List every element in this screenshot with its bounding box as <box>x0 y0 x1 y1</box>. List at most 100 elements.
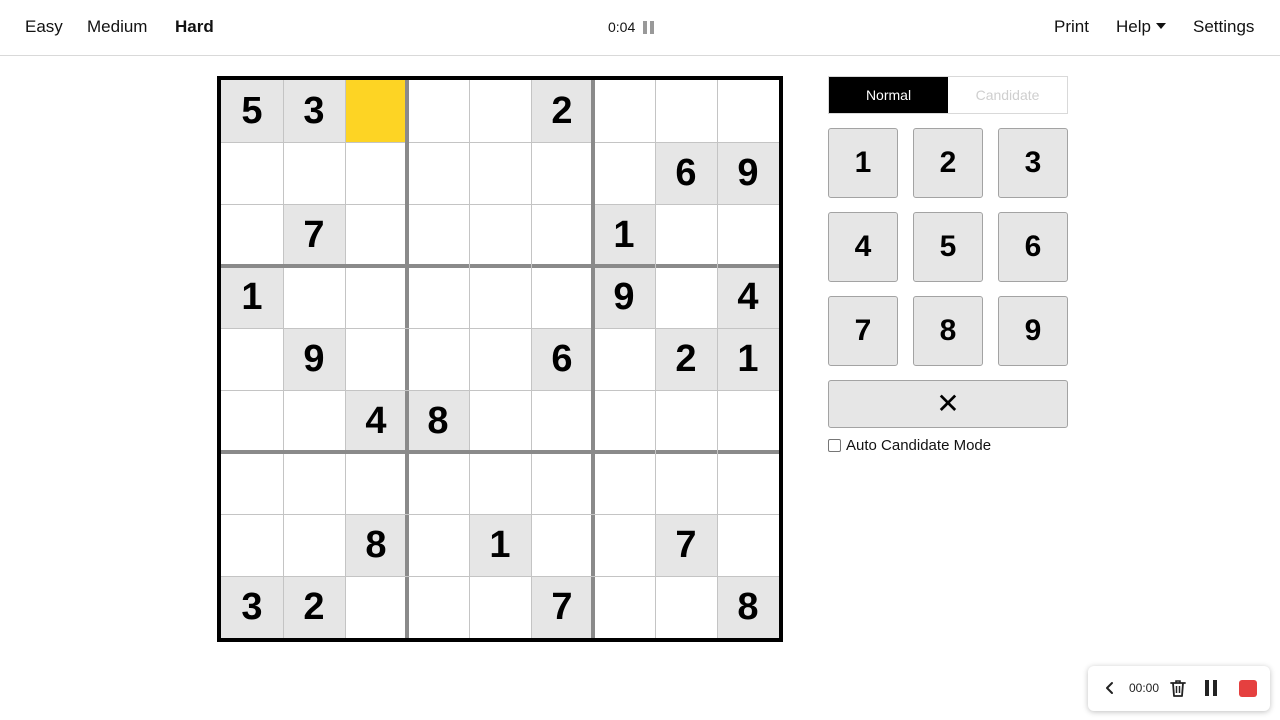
board-cell[interactable]: 9 <box>283 328 345 390</box>
board-cell[interactable]: 8 <box>345 514 407 576</box>
board-cell[interactable] <box>469 452 531 514</box>
number-key-6[interactable]: 6 <box>998 212 1068 282</box>
board-cell[interactable] <box>469 142 531 204</box>
board-cell[interactable] <box>407 142 469 204</box>
board-cell[interactable] <box>345 204 407 266</box>
difficulty-hard[interactable]: Hard <box>175 17 214 37</box>
board-cell[interactable] <box>221 142 283 204</box>
erase-button[interactable]: ✕ <box>828 380 1068 428</box>
board-cell[interactable] <box>531 390 593 452</box>
board-cell[interactable] <box>407 514 469 576</box>
board-cell[interactable] <box>655 204 717 266</box>
board-cell[interactable]: 9 <box>593 266 655 328</box>
board-cell[interactable] <box>531 204 593 266</box>
board-cell[interactable] <box>593 514 655 576</box>
board-cell[interactable] <box>221 390 283 452</box>
board-cell[interactable] <box>717 204 779 266</box>
board-cell[interactable] <box>345 80 407 142</box>
trash-icon[interactable] <box>1168 678 1188 698</box>
board-cell[interactable] <box>221 452 283 514</box>
recorder-pause-icon[interactable] <box>1205 680 1217 696</box>
board-cell[interactable] <box>655 452 717 514</box>
board-cell[interactable] <box>283 390 345 452</box>
record-stop-icon[interactable] <box>1239 680 1257 697</box>
board-cell[interactable] <box>221 514 283 576</box>
board-cell[interactable] <box>345 266 407 328</box>
board-cell[interactable] <box>593 328 655 390</box>
board-cell[interactable]: 3 <box>221 576 283 638</box>
print-link[interactable]: Print <box>1054 17 1089 37</box>
settings-link[interactable]: Settings <box>1193 17 1254 37</box>
board-cell[interactable]: 4 <box>345 390 407 452</box>
help-menu[interactable]: Help <box>1116 17 1166 37</box>
board-cell[interactable] <box>407 452 469 514</box>
mode-candidate-button[interactable]: Candidate <box>948 77 1067 113</box>
pause-icon[interactable] <box>643 20 655 34</box>
board-cell[interactable] <box>407 266 469 328</box>
board-cell[interactable] <box>531 142 593 204</box>
board-cell[interactable]: 7 <box>283 204 345 266</box>
board-cell[interactable] <box>593 80 655 142</box>
board-cell[interactable] <box>531 266 593 328</box>
board-cell[interactable] <box>469 80 531 142</box>
board-cell[interactable] <box>345 452 407 514</box>
number-key-2[interactable]: 2 <box>913 128 983 198</box>
board-cell[interactable] <box>531 452 593 514</box>
board-cell[interactable]: 1 <box>717 328 779 390</box>
board-cell[interactable]: 4 <box>717 266 779 328</box>
board-cell[interactable] <box>345 576 407 638</box>
board-cell[interactable] <box>717 80 779 142</box>
board-cell[interactable]: 9 <box>717 142 779 204</box>
board-cell[interactable] <box>407 576 469 638</box>
board-cell[interactable] <box>345 142 407 204</box>
board-cell[interactable]: 8 <box>407 390 469 452</box>
board-cell[interactable]: 1 <box>469 514 531 576</box>
number-key-5[interactable]: 5 <box>913 212 983 282</box>
board-cell[interactable] <box>655 390 717 452</box>
board-cell[interactable] <box>717 390 779 452</box>
board-cell[interactable]: 7 <box>655 514 717 576</box>
board-cell[interactable] <box>531 514 593 576</box>
board-cell[interactable] <box>283 514 345 576</box>
board-cell[interactable] <box>407 204 469 266</box>
board-cell[interactable]: 8 <box>717 576 779 638</box>
board-cell[interactable] <box>283 142 345 204</box>
board-cell[interactable] <box>593 576 655 638</box>
board-cell[interactable] <box>221 328 283 390</box>
number-key-4[interactable]: 4 <box>828 212 898 282</box>
board-cell[interactable]: 1 <box>221 266 283 328</box>
board-cell[interactable] <box>407 328 469 390</box>
board-cell[interactable]: 2 <box>655 328 717 390</box>
board-cell[interactable]: 5 <box>221 80 283 142</box>
board-cell[interactable] <box>469 204 531 266</box>
board-cell[interactable] <box>407 80 469 142</box>
difficulty-medium[interactable]: Medium <box>87 17 147 37</box>
chevron-left-icon[interactable] <box>1102 680 1118 696</box>
board-cell[interactable]: 6 <box>655 142 717 204</box>
board-cell[interactable] <box>655 576 717 638</box>
board-cell[interactable] <box>717 452 779 514</box>
board-cell[interactable]: 1 <box>593 204 655 266</box>
board-cell[interactable] <box>283 452 345 514</box>
auto-candidate-checkbox[interactable] <box>828 439 841 452</box>
board-cell[interactable] <box>593 452 655 514</box>
board-cell[interactable] <box>469 390 531 452</box>
board-cell[interactable]: 7 <box>531 576 593 638</box>
board-cell[interactable]: 2 <box>283 576 345 638</box>
board-cell[interactable] <box>655 80 717 142</box>
difficulty-easy[interactable]: Easy <box>25 17 63 37</box>
number-key-9[interactable]: 9 <box>998 296 1068 366</box>
board-cell[interactable]: 6 <box>531 328 593 390</box>
board-cell[interactable] <box>655 266 717 328</box>
number-key-3[interactable]: 3 <box>998 128 1068 198</box>
number-key-8[interactable]: 8 <box>913 296 983 366</box>
board-cell[interactable] <box>221 204 283 266</box>
board-cell[interactable] <box>593 390 655 452</box>
board-cell[interactable] <box>593 142 655 204</box>
board-cell[interactable] <box>345 328 407 390</box>
board-cell[interactable]: 3 <box>283 80 345 142</box>
board-cell[interactable]: 2 <box>531 80 593 142</box>
board-cell[interactable] <box>469 328 531 390</box>
board-cell[interactable] <box>469 576 531 638</box>
board-cell[interactable] <box>469 266 531 328</box>
